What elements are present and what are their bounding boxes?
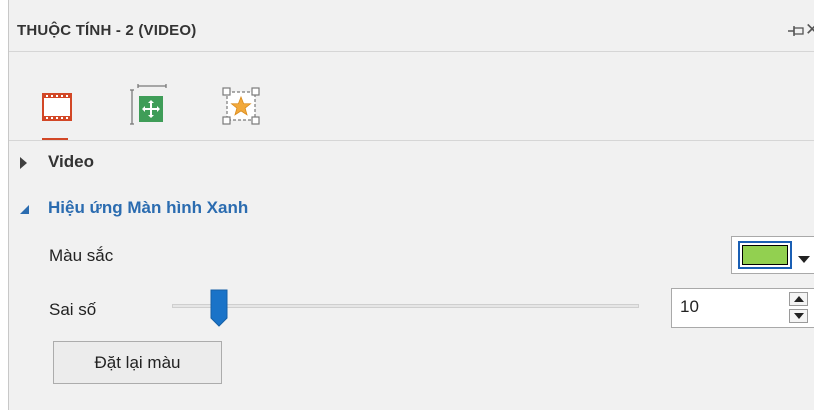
- panel-title: THUỘC TÍNH - 2 (VIDEO): [17, 22, 197, 39]
- film-strip-icon: [42, 93, 72, 121]
- properties-panel: THUỘC TÍNH - 2 (VIDEO) ✕ Video Hiệu ứng …: [8, 0, 814, 410]
- move-resize-icon: [130, 84, 167, 125]
- pin-icon[interactable]: [787, 24, 805, 38]
- color-swatch-fill: [742, 245, 788, 265]
- tolerance-slider-thumb[interactable]: [210, 289, 228, 327]
- close-icon[interactable]: ✕: [805, 21, 814, 38]
- star-frame-icon: [222, 87, 260, 125]
- reset-color-button[interactable]: Đặt lại màu: [53, 341, 222, 384]
- chevron-up-icon: [794, 296, 804, 302]
- color-swatch: [738, 241, 792, 269]
- panel-title-bar: THUỘC TÍNH - 2 (VIDEO) ✕: [9, 0, 814, 52]
- spin-down-button[interactable]: [789, 309, 808, 323]
- tab-effects[interactable]: [220, 84, 262, 128]
- collapse-arrow-icon: [19, 202, 31, 221]
- color-picker-dropdown[interactable]: [731, 236, 814, 274]
- tab-video[interactable]: [40, 88, 76, 126]
- chevron-down-icon: [798, 251, 810, 269]
- tabs-divider: [9, 140, 814, 141]
- section-video-label: Video: [48, 152, 94, 171]
- tolerance-slider-track[interactable]: [172, 304, 639, 308]
- chevron-down-icon: [794, 313, 804, 319]
- color-label: Màu sắc: [49, 246, 114, 265]
- tab-size-position[interactable]: [130, 84, 170, 128]
- expand-arrow-icon: [19, 156, 29, 175]
- spin-up-button[interactable]: [789, 292, 808, 306]
- tolerance-spinbox[interactable]: [671, 288, 814, 328]
- tolerance-input[interactable]: [680, 297, 780, 317]
- tolerance-label: Sai số: [49, 300, 97, 319]
- section-green-screen-label: Hiệu ứng Màn hình Xanh: [48, 198, 249, 217]
